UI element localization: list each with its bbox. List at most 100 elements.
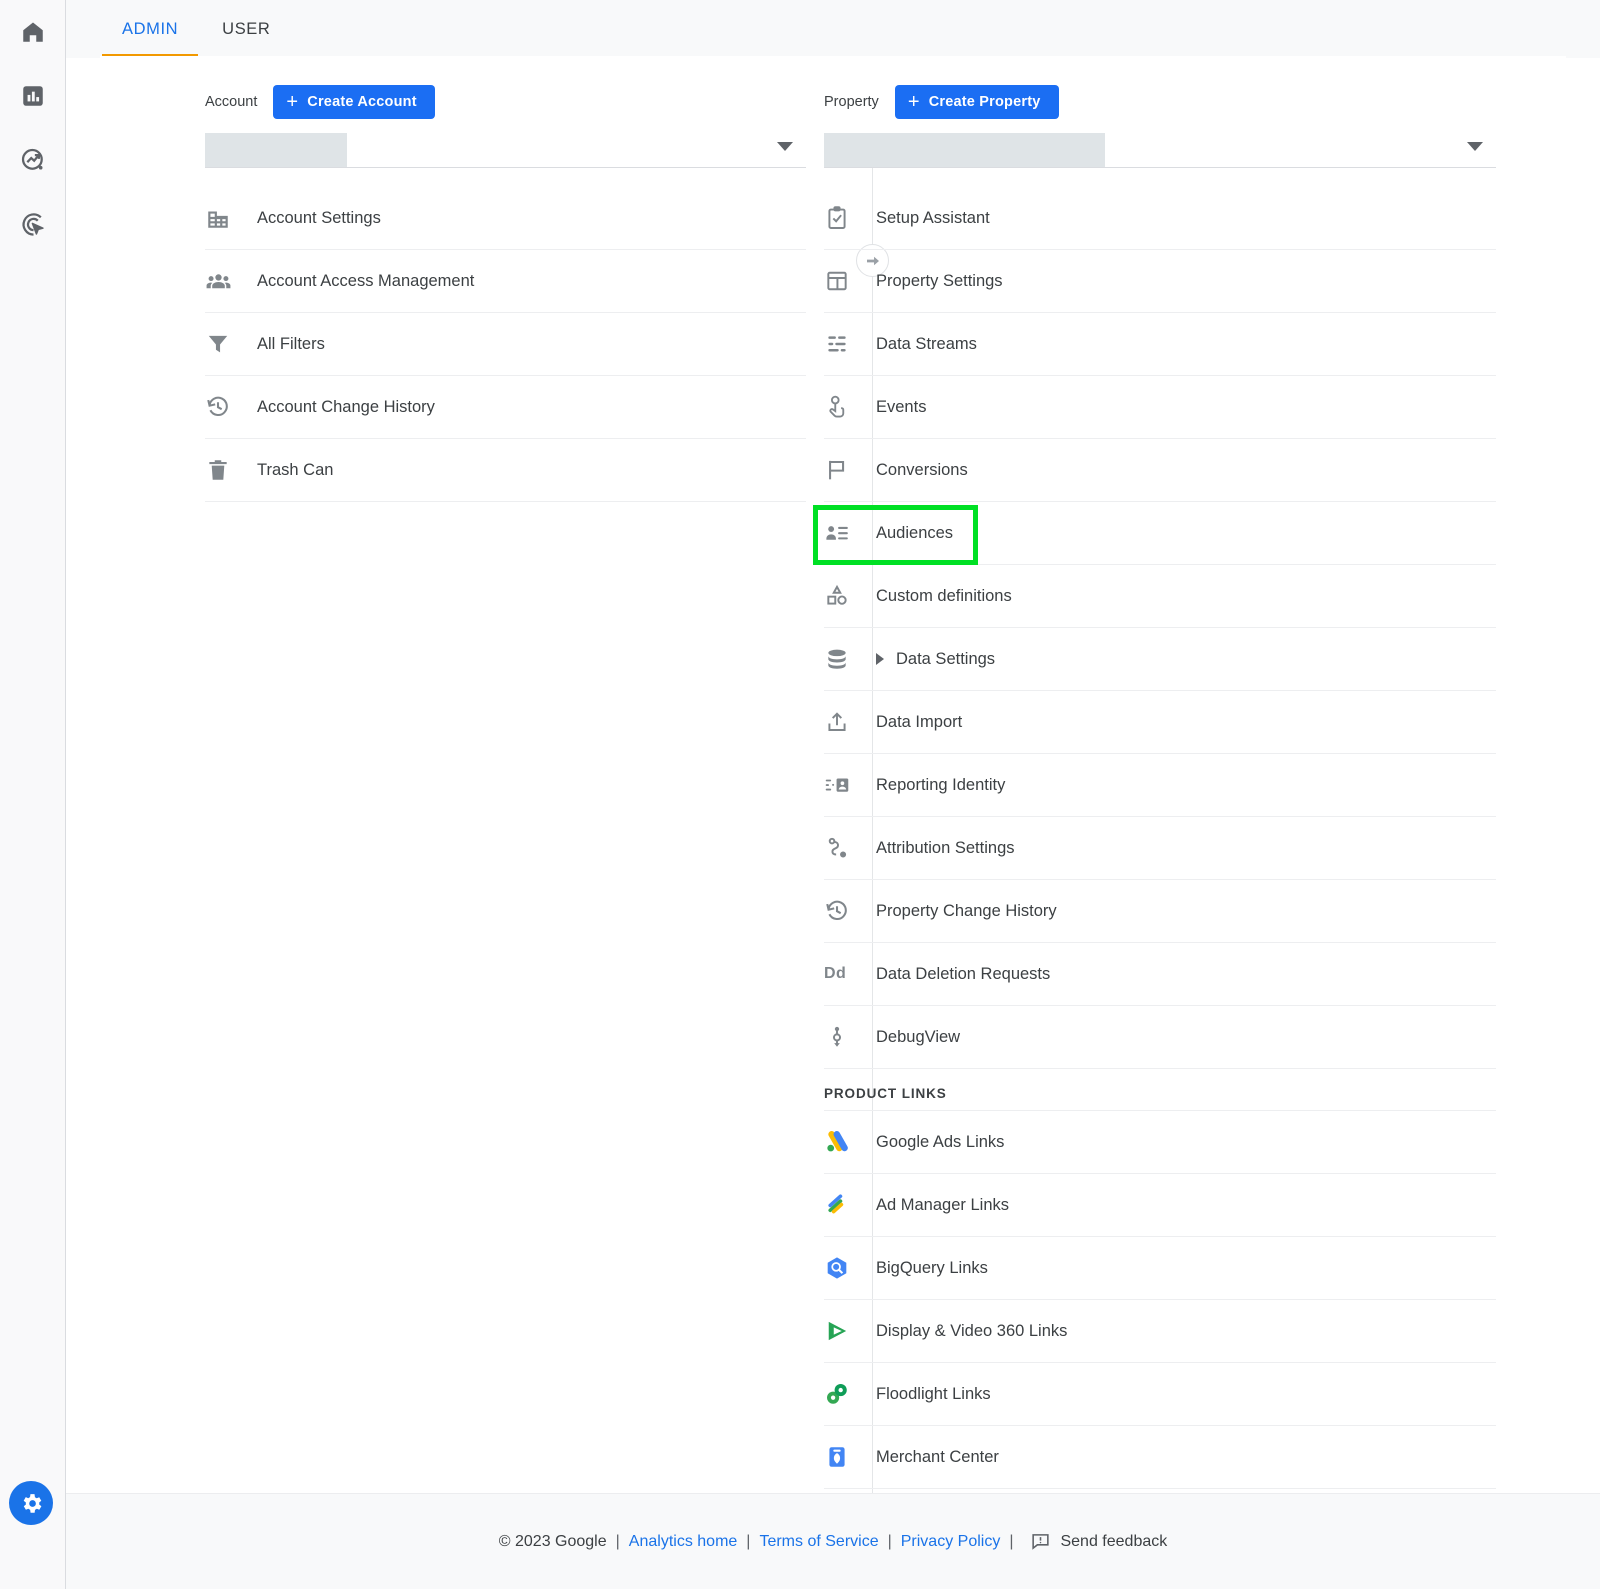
- property-menu-item-label: Attribution Settings: [876, 838, 1015, 857]
- upload-icon: [824, 709, 876, 735]
- property-menu-item-events[interactable]: Events: [824, 376, 1496, 439]
- admin-settings-button[interactable]: [9, 1481, 53, 1525]
- page-footer: © 2023 Google | Analytics home | Terms o…: [66, 1493, 1600, 1589]
- audience-icon: [824, 520, 876, 546]
- home-icon[interactable]: [0, 0, 66, 64]
- product-link-label: Merchant Center: [876, 1447, 999, 1466]
- property-menu-item-label: Reporting Identity: [876, 775, 1006, 794]
- trash-icon: [205, 457, 257, 483]
- property-menu-item-attribution-settings[interactable]: Attribution Settings: [824, 817, 1496, 880]
- property-menu-item-label: Events: [876, 397, 927, 416]
- property-menu-item-label: Conversions: [876, 460, 968, 479]
- property-menu-item-data-streams[interactable]: Data Streams: [824, 313, 1496, 376]
- product-link-google-ads-links[interactable]: Google Ads Links: [824, 1111, 1496, 1174]
- send-feedback-button[interactable]: Send feedback: [1030, 1531, 1167, 1552]
- account-menu-item-label: Account Settings: [257, 208, 381, 227]
- product-link-floodlight-links[interactable]: Floodlight Links: [824, 1363, 1496, 1426]
- product-link-merchant-center[interactable]: Merchant Center: [824, 1426, 1496, 1489]
- footer-link-terms-of-service[interactable]: Terms of Service: [759, 1533, 878, 1551]
- create-account-label: Create Account: [307, 94, 417, 110]
- account-header: Account + Create Account: [205, 85, 806, 119]
- tab-admin-label: ADMIN: [122, 19, 179, 38]
- admin-card: Account + Create Account Account Setting…: [100, 56, 1566, 1493]
- account-menu-item-account-settings[interactable]: Account Settings: [205, 187, 806, 250]
- property-menu-item-label: Data Settings: [896, 649, 996, 668]
- feedback-icon: [1032, 1534, 1050, 1550]
- account-menu-item-label: Account Change History: [257, 397, 435, 416]
- layout-icon: [824, 268, 876, 294]
- account-selected-value: [205, 132, 347, 167]
- left-nav-rail: [0, 0, 66, 1589]
- ad-manager-icon: [824, 1192, 876, 1218]
- tab-admin[interactable]: ADMIN: [100, 0, 200, 58]
- product-link-display-video-360-links[interactable]: Display & Video 360 Links: [824, 1300, 1496, 1363]
- expand-triangle-icon[interactable]: [876, 653, 884, 665]
- merchant-center-icon: [824, 1444, 876, 1470]
- footer-link-privacy-policy[interactable]: Privacy Policy: [901, 1533, 1001, 1551]
- database-icon: [824, 646, 876, 672]
- property-menu-item-label: Data Streams: [876, 334, 977, 353]
- account-label: Account: [205, 94, 258, 110]
- property-menu-item-audiences[interactable]: Audiences: [813, 502, 1496, 565]
- tab-user-label: USER: [222, 19, 271, 38]
- admin-columns: Account + Create Account Account Setting…: [100, 56, 1566, 1493]
- google-ads-icon: [824, 1129, 876, 1155]
- reporting-identity-icon: [824, 772, 876, 798]
- account-menu-item-label: Account Access Management: [257, 271, 475, 290]
- property-menu-item-setup-assistant[interactable]: Setup Assistant: [824, 187, 1496, 250]
- clipboard-check-icon: [824, 205, 876, 231]
- property-menu-item-debugview[interactable]: DebugView: [824, 1006, 1496, 1069]
- chevron-down-icon: [777, 142, 793, 151]
- property-menu: Setup Assistant Property Settings Data S…: [813, 187, 1496, 1489]
- account-menu-item-label: All Filters: [257, 334, 325, 353]
- dv360-icon: [824, 1318, 876, 1344]
- bigquery-icon: [824, 1255, 876, 1281]
- property-menu-item-property-change-history[interactable]: Property Change History: [824, 880, 1496, 943]
- product-link-label: Display & Video 360 Links: [876, 1321, 1068, 1340]
- footer-separator: |: [887, 1532, 892, 1550]
- plus-icon: +: [286, 91, 299, 113]
- property-label: Property: [824, 94, 879, 110]
- property-menu-item-custom-definitions[interactable]: Custom definitions: [824, 565, 1496, 628]
- property-menu-item-data-import[interactable]: Data Import: [824, 691, 1496, 754]
- footer-link-analytics-home[interactable]: Analytics home: [629, 1533, 738, 1551]
- property-menu-item-property-settings[interactable]: Property Settings: [824, 250, 1496, 313]
- explore-icon[interactable]: [0, 128, 66, 192]
- footer-separator: |: [1009, 1532, 1014, 1550]
- product-links-header: PRODUCT LINKS: [824, 1069, 1496, 1111]
- advertising-icon[interactable]: [0, 192, 66, 256]
- property-menu-item-data-settings[interactable]: Data Settings: [824, 628, 1496, 691]
- account-menu-item-account-access-management[interactable]: Account Access Management: [205, 250, 806, 313]
- property-menu-item-label: Audiences: [876, 523, 954, 542]
- chevron-down-icon: [1467, 142, 1483, 151]
- tap-icon: [824, 394, 876, 420]
- product-link-label: Floodlight Links: [876, 1384, 991, 1403]
- create-property-button[interactable]: + Create Property: [894, 85, 1059, 119]
- dd-icon: Dd: [824, 965, 847, 982]
- account-menu-item-trash-can[interactable]: Trash Can: [205, 439, 806, 502]
- account-select[interactable]: [205, 132, 806, 168]
- product-link-bigquery-links[interactable]: BigQuery Links: [824, 1237, 1496, 1300]
- admin-user-tabbar: ADMIN USER: [66, 0, 1600, 58]
- product-link-ad-manager-links[interactable]: Ad Manager Links: [824, 1174, 1496, 1237]
- property-menu-item-conversions[interactable]: Conversions: [824, 439, 1496, 502]
- account-menu-item-all-filters[interactable]: All Filters: [205, 313, 806, 376]
- tab-user[interactable]: USER: [200, 0, 292, 58]
- send-feedback-label: Send feedback: [1060, 1532, 1168, 1550]
- property-menu-item-label: Setup Assistant: [876, 208, 990, 227]
- property-select[interactable]: [824, 132, 1496, 168]
- property-menu-item-label: Data Deletion Requests: [876, 964, 1051, 983]
- create-account-button[interactable]: + Create Account: [273, 85, 435, 119]
- product-link-label: BigQuery Links: [876, 1258, 988, 1277]
- account-menu-item-account-change-history[interactable]: Account Change History: [205, 376, 806, 439]
- history-icon: [205, 394, 257, 420]
- copyright-text: © 2023 Google: [498, 1532, 607, 1550]
- history-icon: [824, 898, 876, 924]
- property-selected-value: [824, 132, 1105, 167]
- property-menu-item-data-deletion-requests[interactable]: Dd Data Deletion Requests: [824, 943, 1496, 1006]
- product-link-label: Ad Manager Links: [876, 1195, 1009, 1214]
- property-menu-item-label: Property Settings: [876, 271, 1003, 290]
- property-menu-item-reporting-identity[interactable]: Reporting Identity: [824, 754, 1496, 817]
- account-menu-item-label: Trash Can: [257, 460, 334, 479]
- reports-icon[interactable]: [0, 64, 66, 128]
